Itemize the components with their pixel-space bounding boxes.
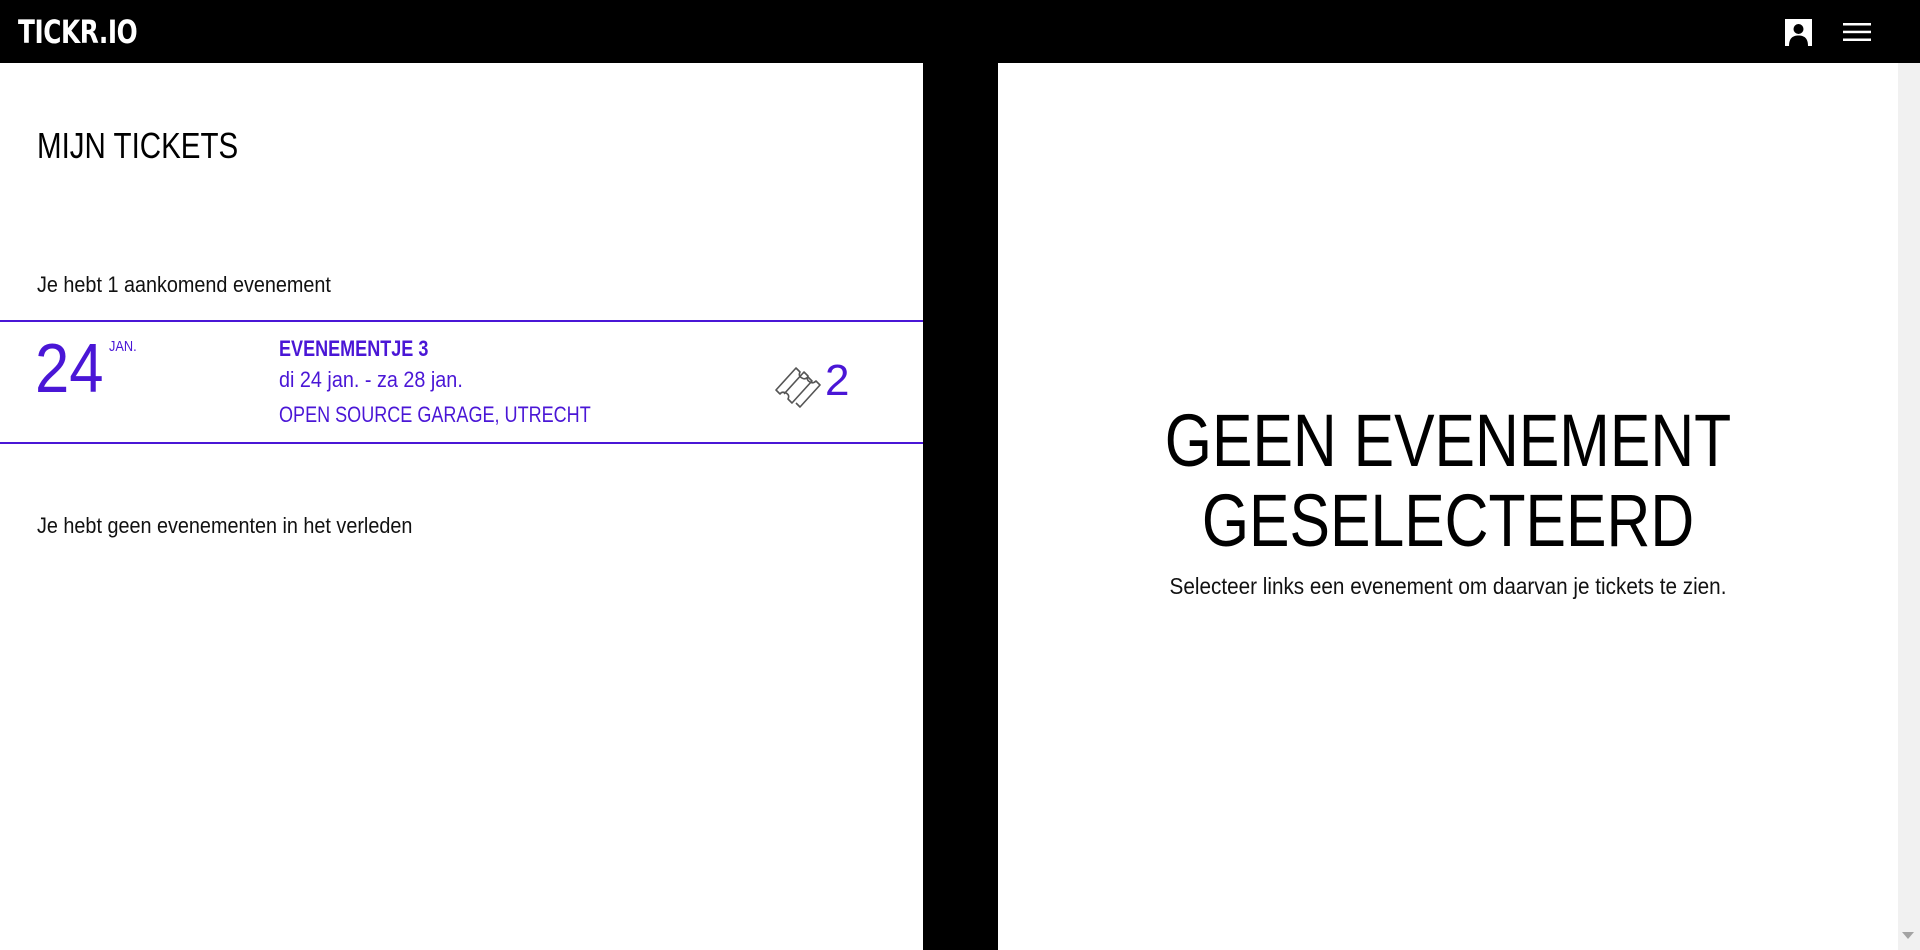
ticket-count: 2 — [825, 356, 850, 405]
ticket-detail-panel: GEEN EVENEMENT GESELECTEERD Selecteer li… — [998, 63, 1898, 950]
account-button[interactable] — [1785, 19, 1812, 46]
upcoming-events-text: Je hebt 1 aankomend evenement — [37, 272, 331, 297]
tickets-panel: MIJN TICKETS Je hebt 1 aankomend eveneme… — [0, 63, 923, 950]
user-icon — [1785, 19, 1812, 46]
hamburger-menu-icon — [1843, 23, 1871, 41]
event-name: EVENEMENTJE 3 — [279, 336, 429, 361]
past-events-text: Je hebt geen evenementen in het verleden — [37, 513, 413, 538]
event-day: 24 — [35, 329, 104, 407]
event-location: OPEN SOURCE GARAGE, UTRECHT — [279, 402, 591, 427]
event-month: JAN. — [109, 338, 137, 355]
panel-divider — [923, 63, 998, 950]
empty-state-title-line2: GESELECTEERD — [1201, 479, 1695, 562]
event-list-item[interactable]: 24 JAN. EVENEMENTJE 3 di 24 jan. - za 28… — [0, 320, 923, 444]
vertical-scrollbar[interactable] — [1898, 63, 1920, 950]
menu-button[interactable] — [1843, 22, 1871, 42]
ticket-icon — [775, 367, 821, 408]
page-title: MIJN TICKETS — [37, 125, 239, 166]
empty-state-title-line1: GEEN EVENEMENT — [1164, 399, 1732, 482]
empty-state-subtitle: Selecteer links een evenement om daarvan… — [1169, 573, 1727, 599]
empty-state-title: GEEN EVENEMENT GESELECTEERD — [1079, 401, 1817, 561]
top-bar: TICKR.IO — [0, 0, 1920, 63]
event-dates: di 24 jan. - za 28 jan. — [279, 367, 463, 392]
scroll-down-arrow-icon[interactable] — [1902, 932, 1914, 939]
logo[interactable]: TICKR.IO — [18, 12, 138, 52]
